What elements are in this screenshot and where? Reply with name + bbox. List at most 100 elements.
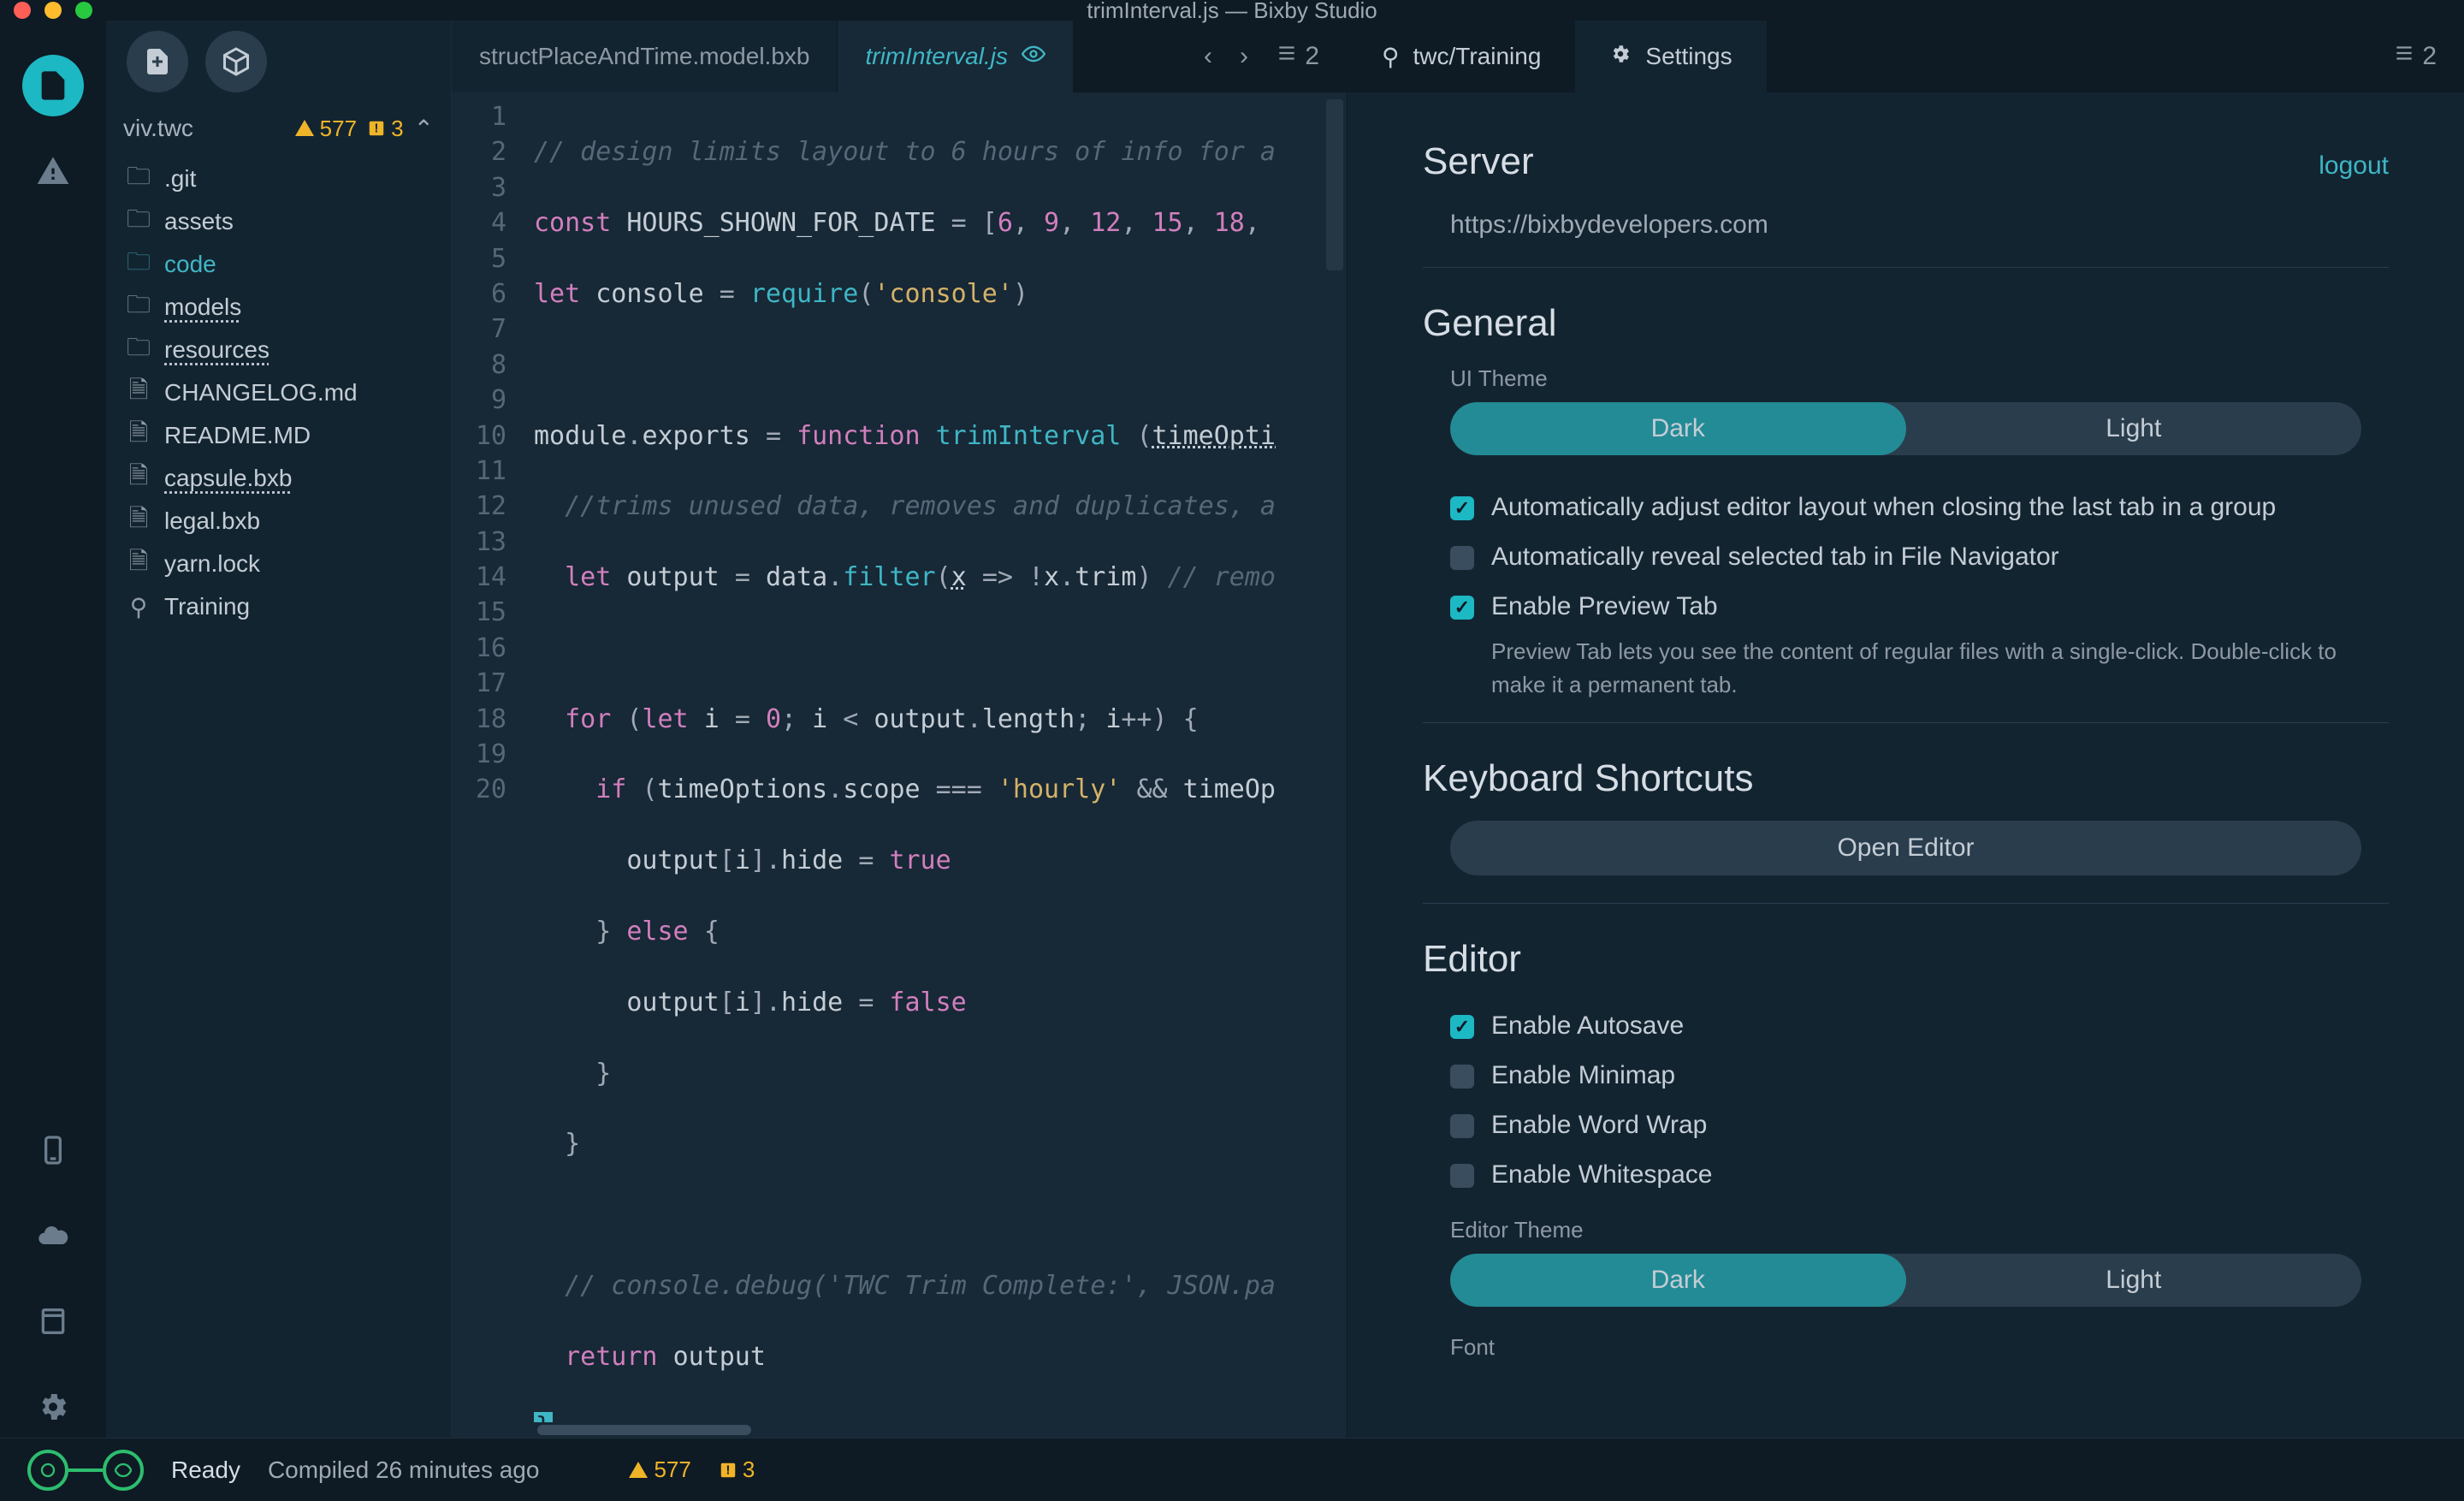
split-group-button[interactable]: 2 (1265, 35, 1330, 78)
ui-theme-label: UI Theme (1423, 365, 2389, 392)
file-icon: 🗎 (127, 458, 151, 499)
window-title: trimInterval.js — Bixby Studio (1087, 0, 1377, 24)
ui-theme-dark[interactable]: Dark (1450, 402, 1906, 455)
autosave-checkbox[interactable] (1450, 1015, 1474, 1039)
nav-forward-icon[interactable]: › (1229, 35, 1259, 78)
split-group-button-right[interactable]: 2 (2383, 35, 2447, 78)
training-icon: ⚲ (1382, 43, 1400, 71)
status-compiled: Compiled 26 minutes ago (268, 1457, 540, 1484)
wordwrap-checkbox[interactable] (1450, 1114, 1474, 1138)
preview-eye-icon (1022, 42, 1045, 72)
tree-item-capsule[interactable]: 🗎capsule.bxb (106, 457, 451, 500)
preview-tab-desc: Preview Tab lets you see the content of … (1423, 632, 2389, 722)
tree-item-changelog[interactable]: 🗎CHANGELOG.md (106, 371, 451, 414)
minimap-label: Enable Minimap (1491, 1061, 1675, 1090)
whitespace-checkbox[interactable] (1450, 1164, 1474, 1188)
tree-item-resources[interactable]: 🗀resources (106, 329, 451, 371)
file-icon: 🗎 (127, 501, 151, 542)
editor-tab-bar: structPlaceAndTime.model.bxb trimInterva… (452, 21, 1347, 92)
auto-layout-checkbox[interactable] (1450, 496, 1474, 520)
activity-bar (0, 21, 106, 1438)
folder-icon: 🗀 (127, 287, 151, 328)
auto-reveal-label: Automatically reveal selected tab in Fil… (1491, 543, 2059, 572)
editor-theme-toggle: Dark Light (1450, 1254, 2361, 1307)
folder-icon: 🗀 (127, 329, 151, 371)
ui-theme-toggle: Dark Light (1450, 402, 2361, 455)
shortcuts-section-title: Keyboard Shortcuts (1423, 757, 2389, 800)
folder-icon: 🗀 (127, 244, 151, 285)
status-err-badge[interactable]: ! 3 (719, 1457, 755, 1483)
close-window-button[interactable] (14, 2, 31, 19)
code-content[interactable]: // design limits layout to 6 hours of in… (520, 92, 1347, 1422)
tree-item-yarnlock[interactable]: 🗎yarn.lock (106, 543, 451, 585)
nav-back-icon[interactable]: ‹ (1194, 35, 1223, 78)
tab-settings[interactable]: Settings (1575, 21, 1766, 92)
maximize-window-button[interactable] (75, 2, 92, 19)
editor-theme-label: Editor Theme (1423, 1217, 2389, 1243)
project-warn-badge: 577 (294, 116, 357, 142)
status-ready: Ready (171, 1457, 240, 1484)
auto-layout-label: Automatically adjust editor layout when … (1491, 493, 2276, 522)
settings-content[interactable]: Server logout https://bixbydevelopers.co… (1348, 92, 2464, 1438)
code-editor[interactable]: 1234567891011121314151617181920 // desig… (452, 92, 1347, 1422)
tree-item-training[interactable]: ⚲Training (106, 585, 451, 628)
whitespace-label: Enable Whitespace (1491, 1160, 1713, 1190)
editor-scrollbar[interactable] (1326, 99, 1343, 270)
project-header[interactable]: viv.twc 577 ! 3 ⌃ (106, 103, 451, 154)
svg-text:!: ! (726, 1463, 730, 1477)
training-icon: ⚲ (127, 593, 151, 621)
archive-activity-icon[interactable] (22, 1290, 84, 1352)
file-navigator: viv.twc 577 ! 3 ⌃ 🗀.git 🗀assets 🗀code 🗀m… (106, 21, 452, 1438)
tree-item-models[interactable]: 🗀models (106, 286, 451, 329)
ui-theme-light[interactable]: Light (1906, 402, 2362, 455)
gear-icon (1609, 43, 1632, 71)
editor-theme-light[interactable]: Light (1906, 1254, 2362, 1307)
status-bar: Ready Compiled 26 minutes ago 577 ! 3 (0, 1438, 2464, 1501)
project-err-badge: ! 3 (367, 116, 403, 142)
tree-item-git[interactable]: 🗀.git (106, 157, 451, 200)
file-icon: 🗎 (127, 415, 151, 456)
file-tree: 🗀.git 🗀assets 🗀code 🗀models 🗀resources 🗎… (106, 154, 451, 1438)
editor-area: structPlaceAndTime.model.bxb trimInterva… (452, 21, 1347, 1438)
open-editor-button[interactable]: Open Editor (1450, 821, 2361, 875)
tab-training[interactable]: ⚲ twc/Training (1348, 21, 1575, 92)
general-section-title: General (1423, 302, 2389, 345)
minimize-window-button[interactable] (44, 2, 62, 19)
tab-triminterval[interactable]: trimInterval.js (838, 21, 1073, 92)
tree-item-legal[interactable]: 🗎legal.bxb (106, 500, 451, 543)
package-button[interactable] (205, 31, 267, 92)
collapse-chevron-icon[interactable]: ⌃ (414, 115, 434, 143)
files-activity-icon[interactable] (22, 55, 84, 116)
server-url: https://bixbydevelopers.com (1423, 204, 2389, 267)
warnings-activity-icon[interactable] (22, 140, 84, 202)
settings-tab-bar: ⚲ twc/Training Settings 2 (1348, 21, 2464, 92)
editor-theme-dark[interactable]: Dark (1450, 1254, 1906, 1307)
device-activity-icon[interactable] (22, 1119, 84, 1181)
tree-item-code[interactable]: 🗀code (106, 243, 451, 286)
preview-tab-checkbox[interactable] (1450, 596, 1474, 620)
folder-icon: 🗀 (127, 158, 151, 199)
bixby-conn-icon (27, 1450, 68, 1491)
minimap-checkbox[interactable] (1450, 1065, 1474, 1089)
auto-reveal-checkbox[interactable] (1450, 546, 1474, 570)
tree-item-assets[interactable]: 🗀assets (106, 200, 451, 243)
autosave-label: Enable Autosave (1491, 1012, 1684, 1041)
horizontal-scrollbar[interactable] (452, 1422, 1347, 1438)
server-conn-icon (103, 1450, 144, 1491)
preview-tab-label: Enable Preview Tab (1491, 592, 1718, 621)
folder-icon: 🗀 (127, 201, 151, 242)
window-title-bar: trimInterval.js — Bixby Studio (0, 0, 2464, 21)
tree-item-readme[interactable]: 🗎README.MD (106, 414, 451, 457)
tab-model-bxb[interactable]: structPlaceAndTime.model.bxb (452, 21, 838, 92)
cloud-activity-icon[interactable] (22, 1205, 84, 1267)
file-icon: 🗎 (127, 543, 151, 584)
new-file-button[interactable] (127, 31, 188, 92)
project-name: viv.twc (123, 115, 193, 142)
file-icon: 🗎 (127, 372, 151, 413)
status-warn-badge[interactable]: 577 (628, 1457, 690, 1483)
editor-section-title: Editor (1423, 938, 2389, 981)
connection-status[interactable] (27, 1450, 144, 1491)
line-number-gutter: 1234567891011121314151617181920 (452, 92, 520, 1422)
logout-link[interactable]: logout (2319, 151, 2389, 181)
settings-activity-icon[interactable] (22, 1376, 84, 1438)
